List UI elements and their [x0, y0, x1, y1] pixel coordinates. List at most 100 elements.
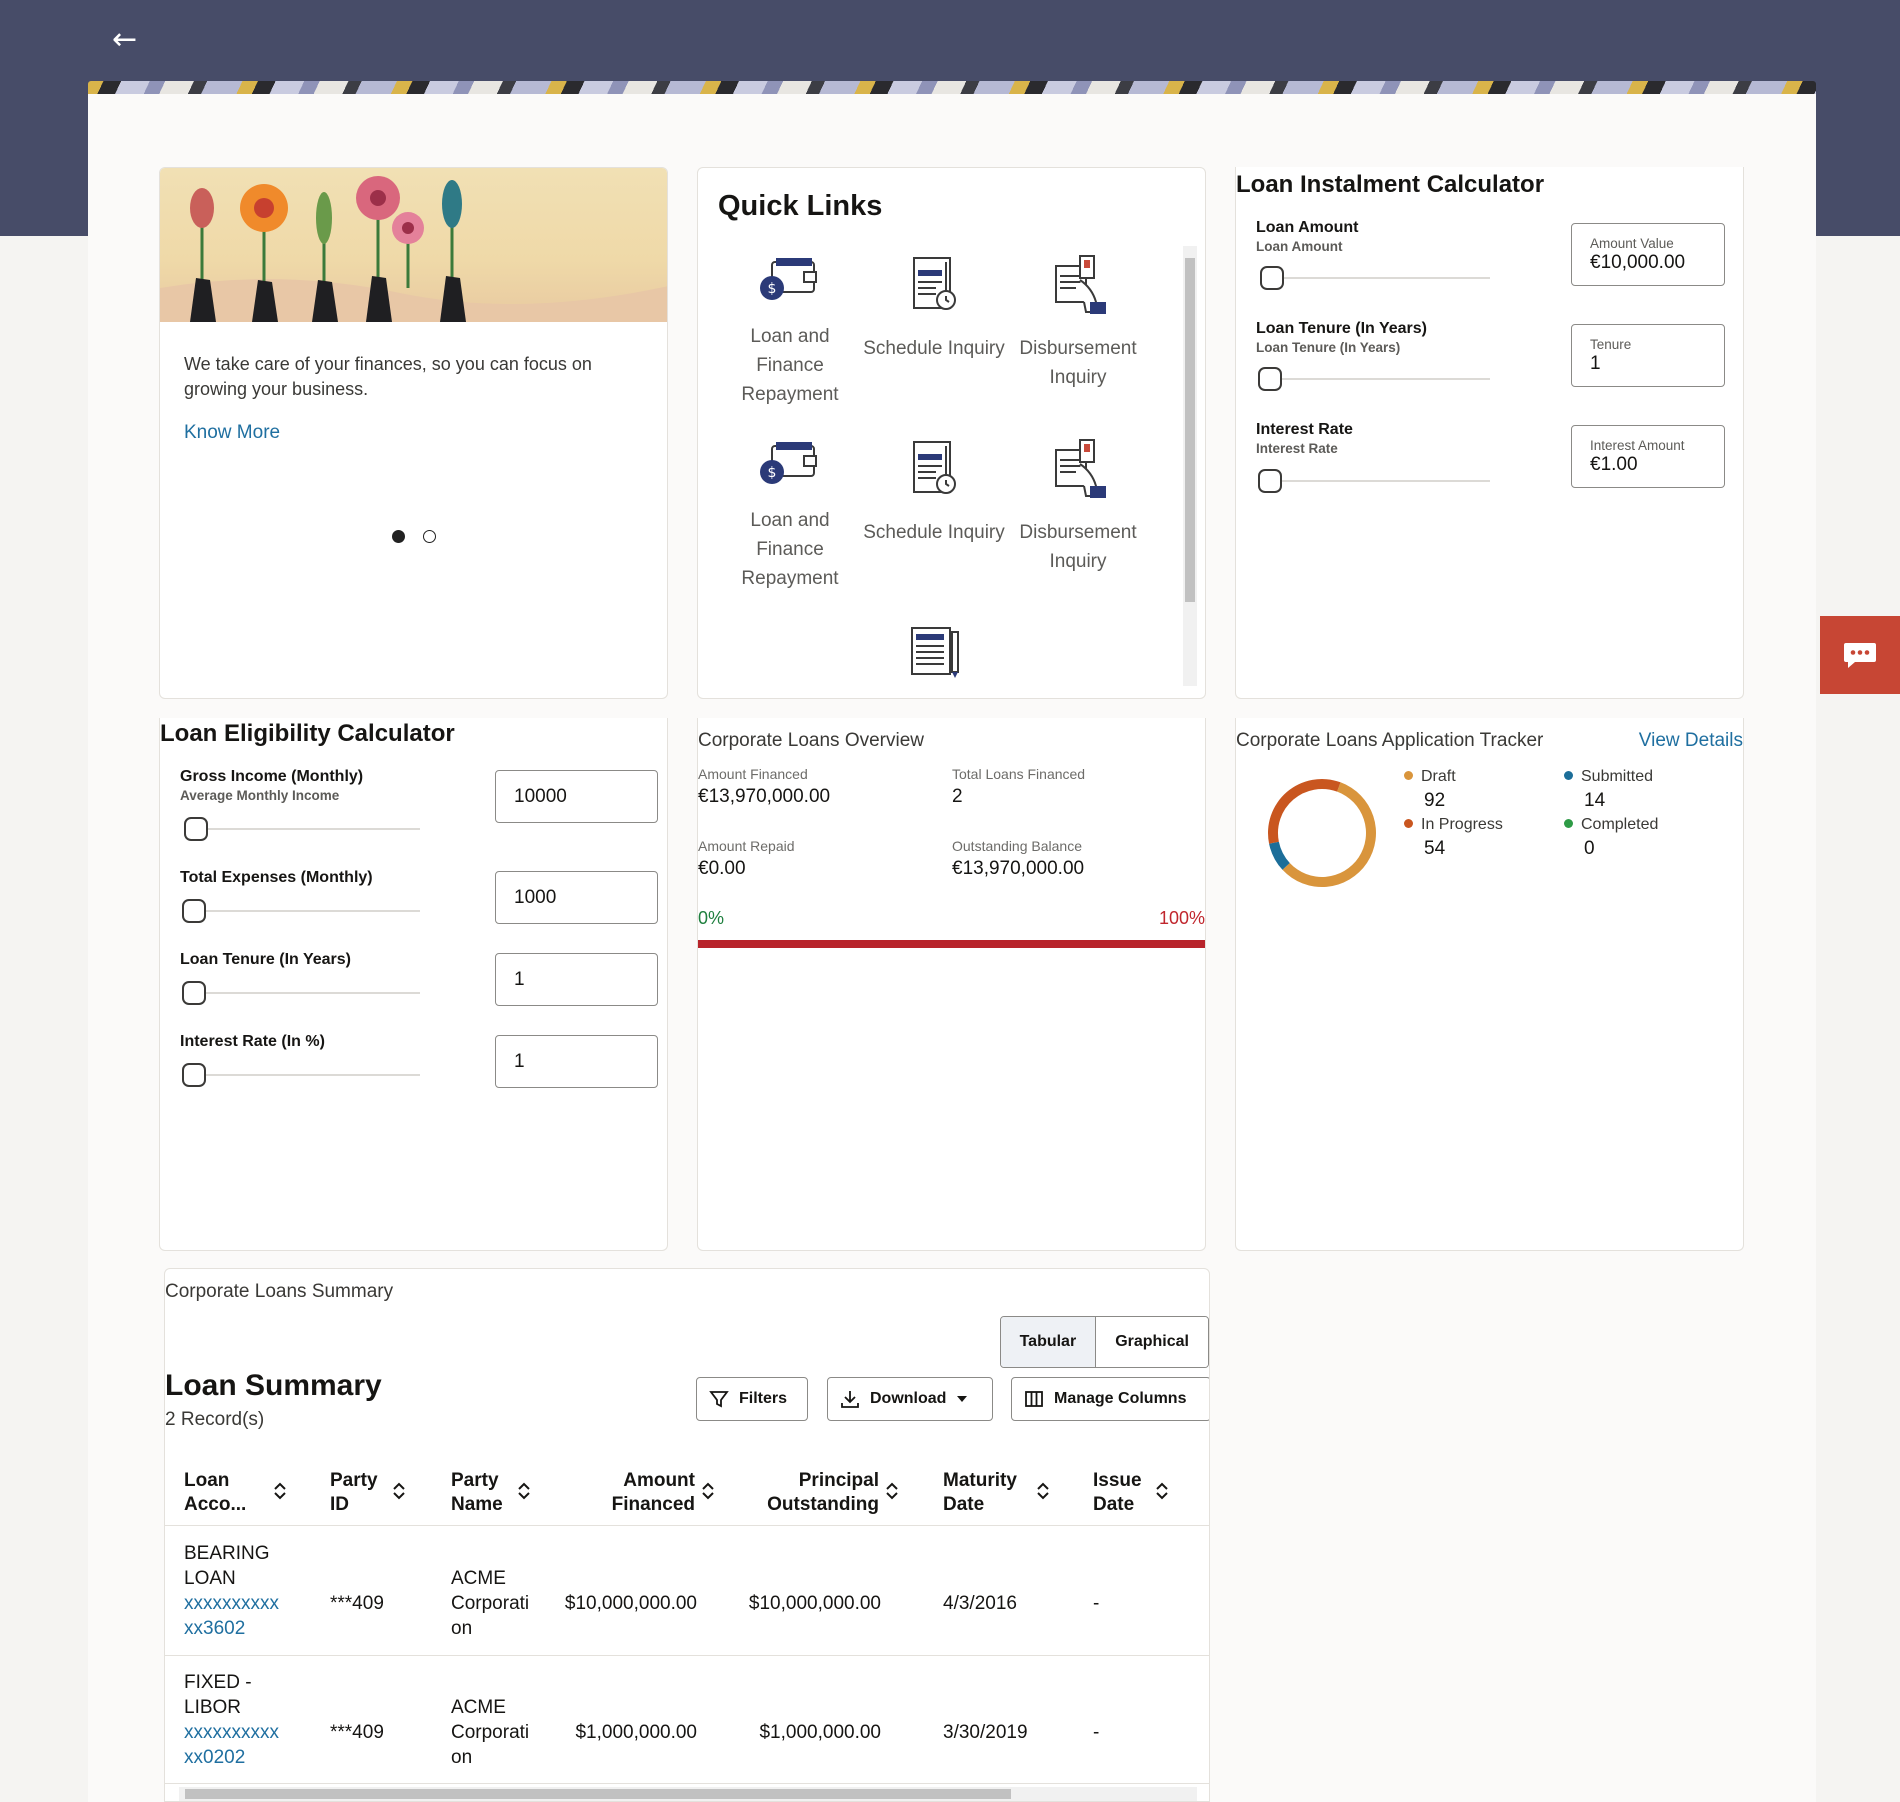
manage-columns-label: Manage Columns	[1054, 1390, 1187, 1407]
quick-link-schedule-inquiry-2[interactable]: Schedule Inquiry	[862, 436, 1006, 547]
know-more-link[interactable]: Know More	[184, 422, 280, 444]
filters-button[interactable]: Filters	[696, 1377, 808, 1421]
col-header-line: Outstanding	[767, 1494, 879, 1515]
total-expenses-input[interactable]: 1000	[495, 871, 658, 924]
back-arrow-icon[interactable]: ←	[112, 24, 144, 56]
draft-dot-icon	[1404, 771, 1413, 780]
svg-text:$: $	[768, 281, 777, 297]
completed-count: 0	[1584, 838, 1595, 859]
sort-icon[interactable]	[885, 1481, 899, 1501]
loan-amount-slider-track[interactable]	[1266, 277, 1490, 279]
manage-columns-button[interactable]: Manage Columns	[1011, 1377, 1209, 1421]
loan-account-cell: FIXED - LIBOR xxxxxxxxxx xx0202	[184, 1670, 279, 1770]
submitted-dot-icon	[1564, 771, 1573, 780]
legend-in-progress: In Progress	[1404, 816, 1503, 834]
carousel-dot-2[interactable]	[423, 530, 436, 543]
total-expenses-slider-track[interactable]	[190, 910, 420, 912]
col-header-issue-date[interactable]: Issue Date	[1093, 1469, 1142, 1517]
view-details-link[interactable]: View Details	[1639, 730, 1743, 752]
table-horizontal-scrollbar[interactable]	[179, 1787, 1197, 1801]
gross-income-slider-track[interactable]	[190, 828, 420, 830]
graphical-view-button[interactable]: Graphical	[1096, 1317, 1208, 1367]
col-header-party-name[interactable]: Party Name	[451, 1469, 503, 1517]
interest-rate-input[interactable]: 1	[495, 1035, 658, 1088]
completed-dot-icon	[1564, 819, 1573, 828]
carousel-dots	[392, 530, 436, 543]
chat-button[interactable]	[1820, 616, 1900, 694]
amount-value-box[interactable]: Amount Value €10,000.00	[1571, 223, 1725, 286]
col-header-amount-financed[interactable]: Amount Financed	[575, 1469, 695, 1517]
amount-repaid-value: €0.00	[698, 858, 746, 879]
account-number-link[interactable]: xxxxxxxxxx	[184, 1720, 279, 1745]
quick-link-label: Schedule Inquiry	[863, 522, 1005, 543]
progress-end-label: 100%	[1158, 908, 1205, 928]
quick-link-label: Disbursement Inquiry	[1019, 522, 1137, 572]
promo-card: We take care of your finances, so you ca…	[159, 167, 668, 699]
col-header-line: Date	[1093, 1494, 1135, 1515]
gross-income-slider-knob[interactable]	[184, 817, 208, 841]
account-number-link[interactable]: xx0202	[184, 1745, 279, 1770]
col-header-principal-outstanding[interactable]: Principal Outstanding	[745, 1469, 879, 1517]
quick-link-newspaper[interactable]	[862, 620, 1006, 684]
interest-rate-slider-knob[interactable]	[182, 1063, 206, 1087]
quick-link-schedule-inquiry[interactable]: Schedule Inquiry	[862, 252, 1006, 363]
col-header-line: ID	[330, 1494, 349, 1515]
loan-tenure-slider-track[interactable]	[190, 992, 420, 994]
quick-link-disbursement-inquiry[interactable]: Disbursement Inquiry	[1006, 252, 1150, 392]
tenure-value-box[interactable]: Tenure 1	[1571, 324, 1725, 387]
quick-link-disbursement-inquiry-2[interactable]: Disbursement Inquiry	[1006, 436, 1150, 576]
newspaper-icon	[902, 620, 966, 684]
gross-income-input[interactable]: 10000	[495, 770, 658, 823]
col-header-line: Party	[330, 1470, 378, 1491]
chat-bubble-icon	[1844, 643, 1876, 668]
sort-icon[interactable]	[273, 1481, 287, 1501]
tenure-value-label: Tenure	[1590, 337, 1632, 352]
legend-label: Completed	[1581, 816, 1659, 833]
overview-title: Corporate Loans Overview	[698, 730, 924, 751]
table-scroll-thumb[interactable]	[185, 1789, 1011, 1799]
sort-icon[interactable]	[517, 1481, 531, 1501]
donut-segment-submitted	[1269, 841, 1290, 870]
loan-tenure-input[interactable]: 1	[495, 953, 658, 1006]
loans-summary-card: Corporate Loans Summary Tabular Graphica…	[164, 1268, 1210, 1802]
loan-tenure-slider-knob[interactable]	[182, 981, 206, 1005]
total-expenses-slider-knob[interactable]	[182, 899, 206, 923]
sort-icon[interactable]	[1036, 1481, 1050, 1501]
interest-rate-slider-track[interactable]	[190, 1074, 420, 1076]
quick-links-scroll-thumb[interactable]	[1185, 258, 1195, 602]
wallet-icon: $	[758, 436, 822, 500]
loan-tenure-slider-knob[interactable]	[1258, 367, 1282, 391]
sort-icon[interactable]	[701, 1481, 715, 1501]
disbursement-icon	[1046, 436, 1110, 500]
table-divider	[165, 1525, 1209, 1526]
quick-link-loan-repayment[interactable]: $ Loan and Finance Repayment	[718, 252, 862, 409]
quick-links-card: Quick Links $ Loan and Finance Repayment…	[697, 167, 1206, 699]
interest-rate-slider-knob[interactable]	[1258, 469, 1282, 493]
interest-amount-box[interactable]: Interest Amount €1.00	[1571, 425, 1725, 488]
carousel-dot-1[interactable]	[392, 530, 405, 543]
download-button[interactable]: Download	[827, 1377, 993, 1421]
account-number-link[interactable]: xxxxxxxxxx	[184, 1591, 279, 1616]
amount-repaid-label: Amount Repaid	[698, 838, 795, 854]
schedule-document-icon	[902, 252, 966, 316]
tabular-view-button[interactable]: Tabular	[1000, 1317, 1097, 1367]
account-number-link[interactable]: xx3602	[184, 1616, 279, 1641]
table-divider	[165, 1655, 1209, 1656]
sort-icon[interactable]	[392, 1481, 406, 1501]
quick-link-loan-repayment-2[interactable]: $ Loan and Finance Repayment	[718, 436, 862, 593]
col-header-party-id[interactable]: Party ID	[330, 1469, 378, 1517]
loan-amount-slider-knob[interactable]	[1260, 266, 1284, 290]
loan-tenure-slider-track[interactable]	[1266, 378, 1490, 380]
total-loans-value: 2	[952, 786, 963, 807]
interest-rate-slider-track[interactable]	[1266, 480, 1490, 482]
col-header-loan-account[interactable]: Loan Acco...	[184, 1469, 246, 1517]
sort-icon[interactable]	[1155, 1481, 1169, 1501]
col-header-maturity-date[interactable]: Maturity Date	[943, 1469, 1017, 1517]
total-loans-label: Total Loans Financed	[952, 766, 1086, 782]
col-header-line: Issue	[1093, 1470, 1142, 1491]
amount-financed-value: €13,970,000.00	[698, 786, 831, 807]
legend-label: Submitted	[1581, 768, 1654, 785]
maturity-date-cell: 4/3/2016	[943, 1593, 1017, 1614]
quick-link-label: Disbursement Inquiry	[1019, 338, 1137, 388]
loans-overview-card: Corporate Loans Overview Amount Financed…	[697, 718, 1206, 1251]
